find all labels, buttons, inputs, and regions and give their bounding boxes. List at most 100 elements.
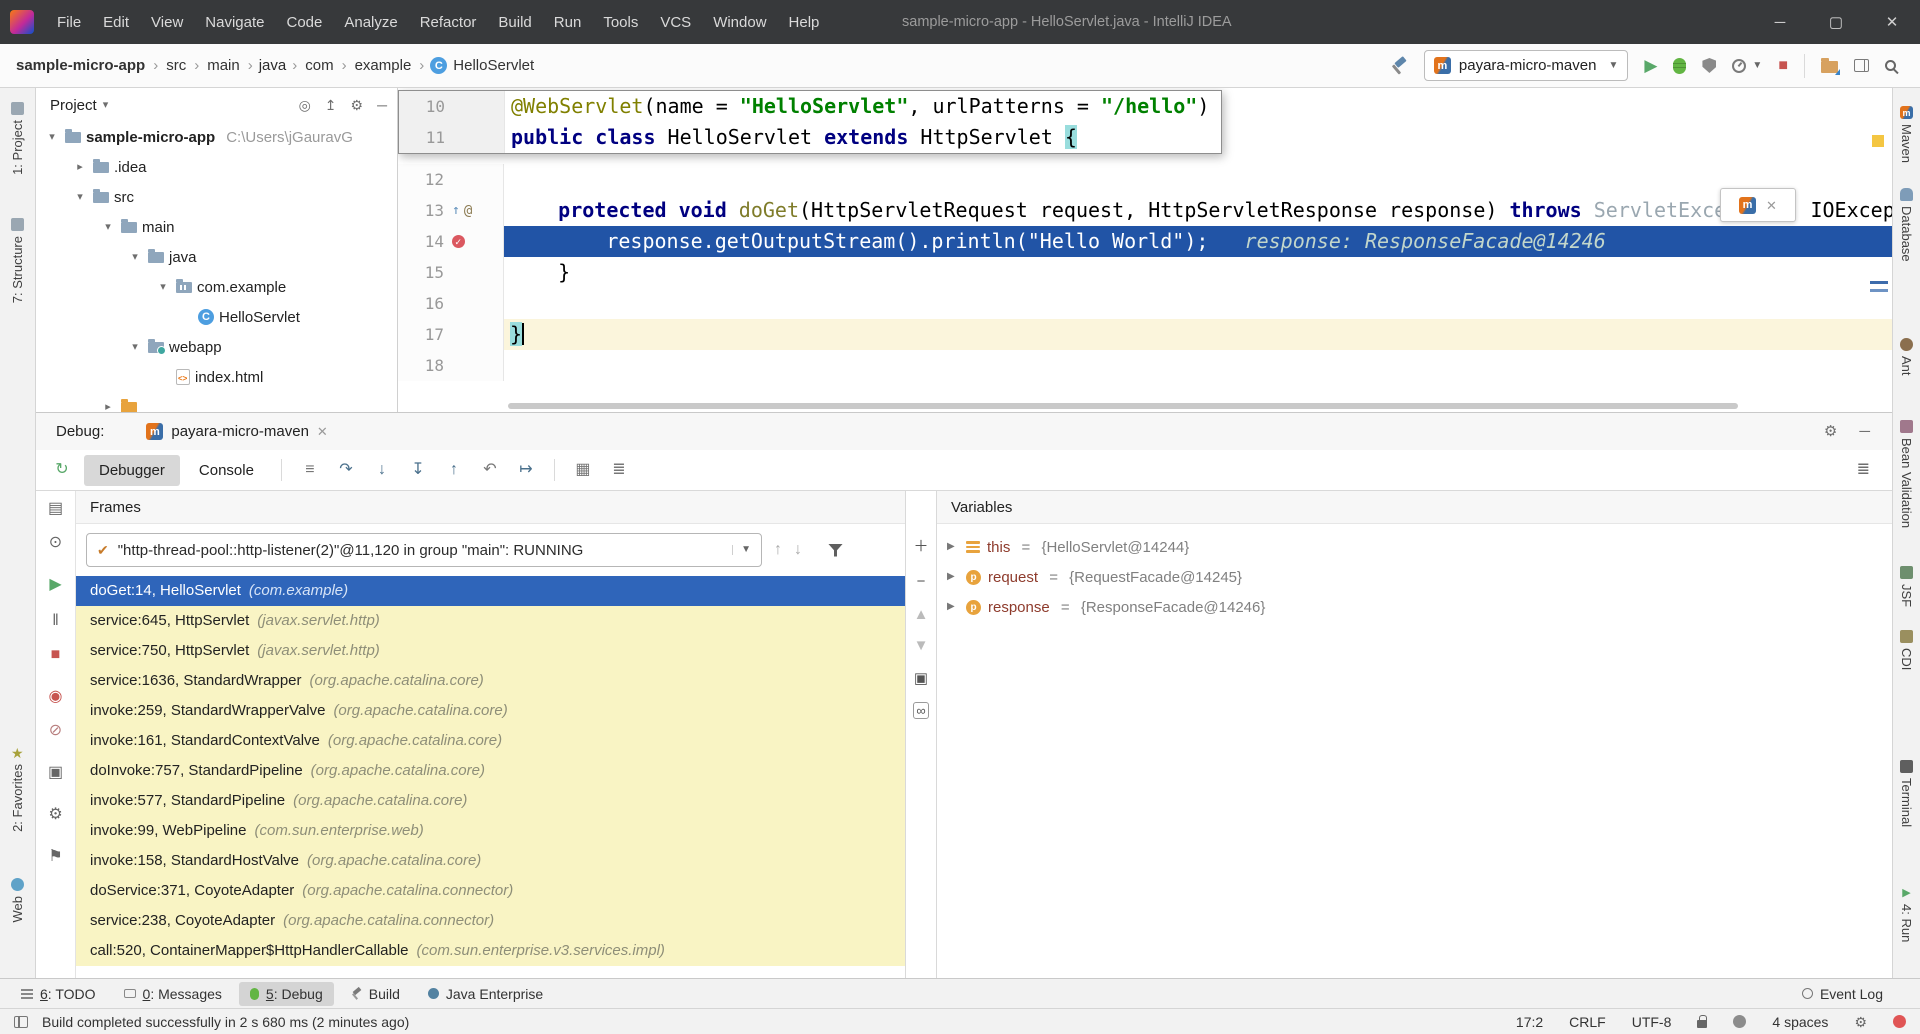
move-down-icon[interactable] (914, 638, 929, 653)
popup-code-line-10[interactable]: 10 @WebServlet(name = "HelloServlet", ur… (399, 91, 1221, 122)
toolwindow-switcher-icon[interactable] (14, 1016, 28, 1028)
chevron-right-icon[interactable] (947, 602, 959, 612)
next-frame-icon[interactable] (794, 542, 802, 558)
chevron-right-icon[interactable] (947, 542, 959, 552)
menu-view[interactable]: View (140, 0, 194, 44)
toolwindow-run-button[interactable]: 4: Run (1893, 888, 1920, 942)
view-breakpoints-icon[interactable] (49, 689, 63, 705)
gutter[interactable]: 17 (398, 319, 504, 350)
add-watch-icon[interactable] (913, 539, 928, 554)
layout-icon[interactable] (1854, 59, 1869, 72)
frame-row[interactable]: service:238, CoyoteAdapter(org.apache.ca… (76, 906, 905, 936)
breakpoint-icon[interactable] (452, 235, 465, 248)
menu-help[interactable]: Help (778, 0, 831, 44)
breadcrumb-main[interactable]: main (205, 57, 242, 74)
breadcrumb-src[interactable]: src (164, 57, 188, 74)
menu-navigate[interactable]: Navigate (194, 0, 275, 44)
gutter[interactable]: 12 (398, 164, 504, 195)
frame-row[interactable]: doInvoke:757, StandardPipeline(org.apach… (76, 756, 905, 786)
code-line-18[interactable]: 18 (398, 350, 1892, 381)
step-over-icon[interactable] (330, 462, 362, 478)
line-ending-indicator[interactable]: CRLF (1569, 1014, 1606, 1030)
chevron-right-icon[interactable] (72, 162, 88, 173)
pin-icon[interactable] (48, 849, 62, 865)
force-step-into-icon[interactable] (402, 462, 434, 478)
toolwindow-favorites-button[interactable]: 2: Favorites (0, 746, 35, 832)
frame-row[interactable]: service:1636, StandardWrapper(org.apache… (76, 666, 905, 696)
chevron-down-icon[interactable] (72, 192, 88, 203)
frame-row[interactable]: invoke:99, WebPipeline(com.sun.enterpris… (76, 816, 905, 846)
search-icon[interactable] (1885, 60, 1896, 71)
eye-icon[interactable] (49, 535, 62, 551)
lock-icon[interactable] (1697, 1020, 1707, 1028)
open-project-icon[interactable] (1821, 61, 1838, 73)
override-icon[interactable] (452, 204, 460, 217)
info-stripe-mark[interactable] (1870, 289, 1888, 292)
tab-console[interactable]: Console (184, 455, 269, 486)
toolwindow-maven-button[interactable]: Maven (1893, 106, 1920, 163)
frame-row[interactable]: service:750, HttpServlet(javax.servlet.h… (76, 636, 905, 666)
layout-menu-icon[interactable] (294, 462, 326, 478)
toolwindow-bean-validation-button[interactable]: Bean Validation (1893, 420, 1920, 528)
breadcrumb-java[interactable]: java (259, 57, 287, 74)
chevron-down-icon[interactable] (100, 222, 116, 233)
step-into-icon[interactable] (366, 462, 398, 478)
code-editor[interactable]: 12 13 protected void doGet(HttpServletRe… (398, 88, 1892, 412)
toolwindow-ant-button[interactable]: Ant (1893, 338, 1920, 376)
frame-row[interactable]: doService:371, CoyoteAdapter(org.apache.… (76, 876, 905, 906)
previous-frame-icon[interactable] (774, 542, 782, 558)
frame-row[interactable]: invoke:577, StandardPipeline(org.apache.… (76, 786, 905, 816)
java-enterprise-button[interactable]: Java Enterprise (417, 982, 554, 1006)
horizontal-scrollbar[interactable] (508, 403, 1738, 409)
locate-file-icon[interactable] (299, 98, 311, 112)
toolwindow-web-button[interactable]: Web (0, 878, 35, 923)
tree-item-java[interactable]: java (36, 242, 397, 272)
breadcrumb-project[interactable]: sample-micro-app (14, 57, 147, 74)
code-line-17-caret-line[interactable]: 17 } (398, 319, 1892, 350)
gutter[interactable]: 15 (398, 257, 504, 288)
close-icon[interactable] (317, 425, 328, 438)
code-line-14-execution-point[interactable]: 14 response.getOutputStream().println("H… (398, 226, 1892, 257)
chevron-right-icon[interactable] (947, 572, 959, 582)
gutter[interactable]: 16 (398, 288, 504, 319)
frame-row[interactable]: invoke:161, StandardContextValve(org.apa… (76, 726, 905, 756)
toolwindow-project-button[interactable]: 1: Project (0, 102, 35, 175)
stop-button[interactable] (1778, 58, 1788, 74)
breadcrumb-class[interactable]: HelloServlet (451, 57, 536, 74)
rerun-icon[interactable] (44, 462, 80, 478)
camera-icon[interactable] (48, 765, 63, 781)
thread-select[interactable]: "http-thread-pool::http-listener(2)"@11,… (86, 533, 762, 567)
threads-view-icon[interactable] (603, 462, 635, 478)
tree-item-idea[interactable]: .idea (36, 152, 397, 182)
gutter[interactable]: 14 (398, 226, 504, 257)
frame-row[interactable]: invoke:158, StandardHostValve(org.apache… (76, 846, 905, 876)
variable-row-this[interactable]: this = {HelloServlet@14244} (937, 532, 1892, 562)
tree-item-index-html[interactable]: index.html (36, 362, 397, 392)
step-out-icon[interactable] (438, 462, 470, 478)
chevron-down-icon[interactable] (44, 132, 60, 143)
stop-icon[interactable] (51, 647, 61, 663)
resume-icon[interactable] (49, 577, 61, 593)
menu-edit[interactable]: Edit (92, 0, 140, 44)
debug-session-tab[interactable]: payara-micro-maven (146, 423, 327, 440)
mute-breakpoints-icon[interactable] (49, 723, 62, 739)
run-config-select[interactable]: payara-micro-maven (1424, 50, 1628, 81)
popup-code-line-11[interactable]: 11 public class HelloServlet extends Htt… (399, 122, 1221, 153)
todo-button[interactable]: 6: TODO (10, 982, 107, 1006)
tree-item-class[interactable]: HelloServlet (36, 302, 397, 332)
gutter[interactable]: 18 (398, 350, 504, 381)
hector-inspection-icon[interactable] (1733, 1015, 1746, 1028)
warning-stripe-mark[interactable] (1872, 135, 1884, 147)
debug-toolwindow-button[interactable]: 5: Debug (239, 982, 334, 1006)
frame-row[interactable]: doGet:14, HelloServlet(com.example) (76, 576, 905, 606)
variable-row-response[interactable]: response = {ResponseFacade@14246} (937, 592, 1892, 622)
menu-file[interactable]: File (46, 0, 92, 44)
tree-item-src[interactable]: src (36, 182, 397, 212)
toolwindow-terminal-button[interactable]: Terminal (1893, 760, 1920, 827)
tab-debugger[interactable]: Debugger (84, 455, 180, 486)
frame-row[interactable]: service:645, HttpServlet(javax.servlet.h… (76, 606, 905, 636)
hide-panel-icon[interactable] (377, 98, 387, 112)
gear-icon[interactable] (351, 98, 364, 112)
layout-settings-icon[interactable] (1857, 462, 1870, 478)
variable-row-request[interactable]: request = {RequestFacade@14245} (937, 562, 1892, 592)
